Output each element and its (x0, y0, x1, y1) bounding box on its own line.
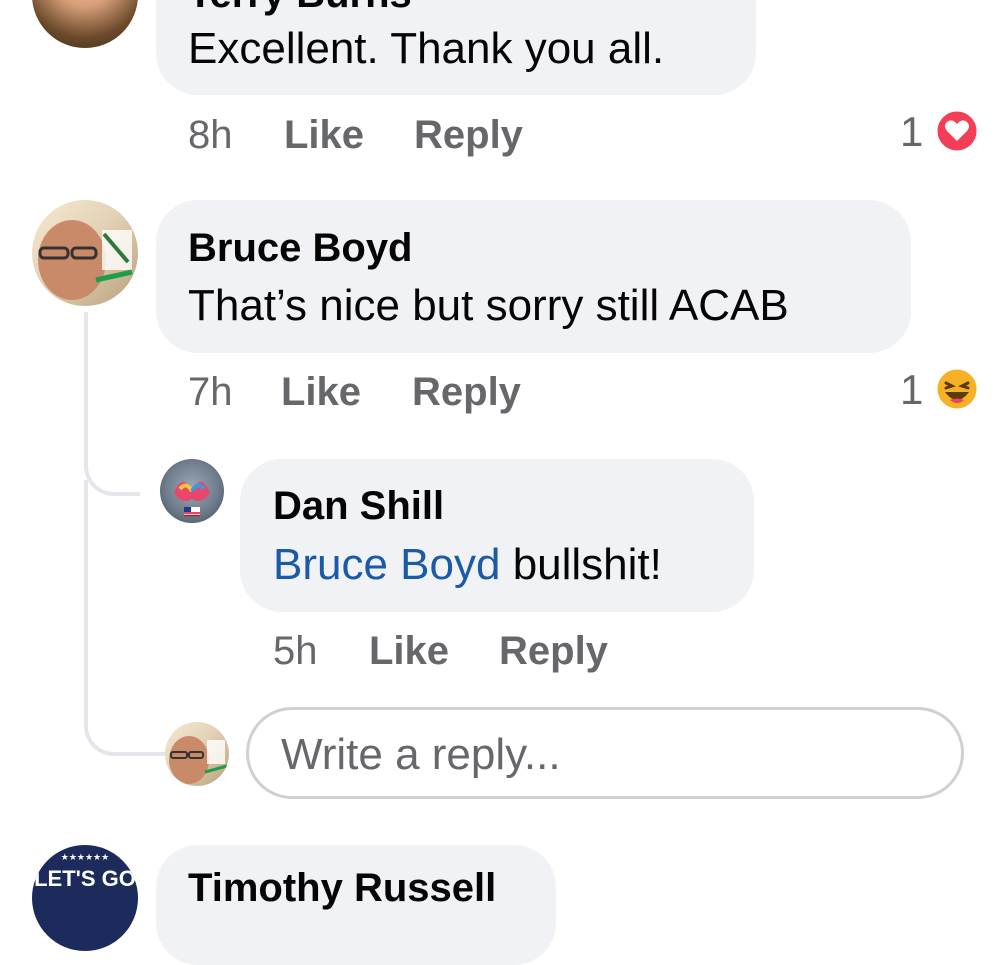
svg-text:LET'S GO: LET'S GO (34, 866, 136, 891)
comment-text: Excellent. Thank you all. (188, 24, 665, 73)
haha-reaction-icon[interactable] (934, 366, 980, 412)
comment-timestamp[interactable]: 8h (188, 113, 233, 158)
reply-text: Bruce Boyd bullshit! (273, 540, 662, 590)
mention-link[interactable]: Bruce Boyd (273, 540, 500, 589)
avatar-photo-icon (38, 220, 133, 300)
reply-input[interactable]: Write a reply... (246, 707, 964, 799)
comment-author[interactable]: Timothy Russell (188, 866, 496, 911)
avatar-photo-icon (169, 736, 228, 784)
reaction-count[interactable]: 1 (900, 108, 923, 156)
reply-button[interactable]: Reply (414, 113, 523, 158)
reply-input-placeholder: Write a reply... (281, 730, 561, 779)
comment-author[interactable]: Terry Burns (188, 0, 412, 17)
avatar[interactable] (160, 459, 224, 523)
svg-text:★★★★★★: ★★★★★★ (61, 853, 109, 863)
reply-button[interactable]: Reply (499, 629, 608, 674)
comment-author[interactable]: Bruce Boyd (188, 226, 413, 271)
reply-button[interactable]: Reply (412, 370, 521, 415)
heart-reaction-icon[interactable] (934, 108, 980, 154)
like-button[interactable]: Like (369, 629, 449, 674)
current-user-avatar (165, 722, 229, 786)
comment-text: That’s nice but sorry still ACAB (188, 281, 789, 330)
thread-line-input (84, 480, 166, 756)
like-button[interactable]: Like (281, 370, 361, 415)
avatar-photo-icon (174, 481, 210, 517)
reply-author[interactable]: Dan Shill (273, 484, 444, 529)
reaction-count[interactable]: 1 (900, 366, 923, 414)
avatar-logo-icon: ★★★★★★ LET'S GO (34, 853, 136, 891)
avatar[interactable]: ★★★★★★ LET'S GO (32, 845, 138, 951)
avatar-photo-icon (32, 0, 138, 48)
avatar[interactable] (32, 0, 138, 48)
comment-timestamp[interactable]: 7h (188, 370, 233, 415)
like-button[interactable]: Like (284, 113, 364, 158)
reply-timestamp[interactable]: 5h (273, 629, 318, 674)
thread-line-reply (84, 312, 140, 496)
avatar[interactable] (32, 200, 138, 306)
reply-text-body: bullshit! (500, 540, 662, 589)
